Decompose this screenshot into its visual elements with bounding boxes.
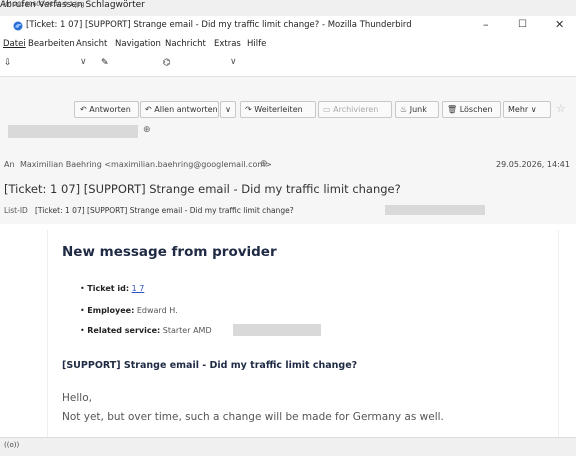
message-greeting: Hello, xyxy=(62,392,92,404)
close-button[interactable]: ✕ xyxy=(555,18,564,31)
delete-label: Löschen xyxy=(459,105,493,114)
archive-label: Archivieren xyxy=(333,105,379,114)
contact-icon[interactable]: ⊕ xyxy=(143,125,151,135)
reply-all-icon: ↶ xyxy=(145,105,152,114)
list-item: • Ticket id: 1 7 xyxy=(80,284,144,293)
forward-label: Weiterleiten xyxy=(254,105,303,114)
fetch-dropdown-chevron-icon[interactable]: ∨ xyxy=(80,57,87,67)
menu-navigation[interactable]: Navigation xyxy=(115,39,161,49)
list-id-value: [Ticket: 1 07] [SUPPORT] Strange email -… xyxy=(35,206,294,215)
junk-icon: ♨ xyxy=(400,105,408,114)
chevron-down-icon: ∨ xyxy=(225,105,231,114)
redacted-service xyxy=(233,324,321,336)
reply-icon: ↶ xyxy=(80,105,87,114)
to-value[interactable]: Maximilian Baehring <maximilian.baehring… xyxy=(20,160,272,169)
status-bar xyxy=(0,437,576,456)
minimize-button[interactable]: – xyxy=(483,18,489,31)
redacted-sender xyxy=(8,125,138,138)
reply-all-dropdown-button[interactable]: ∨ xyxy=(220,101,236,118)
bullet: • xyxy=(80,306,85,315)
field-label-employee: Employee: xyxy=(87,306,135,315)
message-body-text: Not yet, but over time, such a change wi… xyxy=(62,411,444,423)
junk-button[interactable]: ♨ Junk xyxy=(395,101,439,118)
bullet: • xyxy=(80,326,85,335)
more-button[interactable]: Mehr ∨ xyxy=(503,101,551,118)
menu-extras[interactable]: Extras xyxy=(214,39,241,49)
list-item: • Related service: Starter AMD xyxy=(80,326,212,335)
menu-hilfe[interactable]: Hilfe xyxy=(247,39,266,49)
list-id-label: List-ID xyxy=(4,206,28,215)
reply-all-label: Allen antworten xyxy=(154,105,218,114)
to-label: An xyxy=(4,160,15,169)
file-label: [0] 20260602-0100-0-1.jpg xyxy=(3,1,85,8)
forward-icon: ↷ xyxy=(245,105,252,114)
message-date: 29.05.2026, 14:41 xyxy=(496,160,570,169)
menu-nachricht[interactable]: Nachricht xyxy=(165,39,206,49)
field-value-service: Starter AMD xyxy=(162,326,212,335)
star-icon[interactable]: ☆ xyxy=(556,102,566,115)
menu-bearbeiten[interactable]: Bearbeiten xyxy=(28,39,75,49)
bullet: • xyxy=(80,284,85,293)
menu-ansicht[interactable]: Ansicht xyxy=(76,39,107,49)
message-header-pane xyxy=(0,77,576,224)
junk-label: Junk xyxy=(409,105,427,114)
delete-button[interactable]: 🗑 Löschen xyxy=(442,101,501,118)
tags-button[interactable]: Schlagwörter xyxy=(85,0,144,10)
more-label: Mehr xyxy=(508,105,529,114)
redacted-list-id xyxy=(385,205,485,215)
reply-label: Antworten xyxy=(89,105,131,114)
message-heading: New message from provider xyxy=(62,244,277,260)
chevron-down-icon: ∨ xyxy=(530,105,537,114)
tag-icon: ⌬ xyxy=(163,58,171,68)
field-value-employee: Edward H. xyxy=(136,306,178,315)
reply-all-button[interactable]: ↶ Allen antworten xyxy=(140,101,219,118)
field-label-ticket: Ticket id: xyxy=(87,284,130,293)
ticket-link[interactable]: 1 7 xyxy=(132,284,145,293)
menu-datei[interactable]: Datei xyxy=(3,39,26,49)
forward-button[interactable]: ↷ Weiterleiten xyxy=(240,101,316,118)
reply-button[interactable]: ↶ Antworten xyxy=(74,101,139,118)
archive-button[interactable]: ▭ Archivieren xyxy=(318,101,392,118)
thunderbird-logo-icon xyxy=(13,21,23,31)
archive-icon: ▭ xyxy=(323,105,331,114)
fetch-icon: ⇩ xyxy=(4,58,12,68)
contact-icon[interactable]: ⊕ xyxy=(260,159,268,169)
message-body-subject: [SUPPORT] Strange email - Did my traffic… xyxy=(62,360,358,371)
wifi-icon: ((o)) xyxy=(4,441,20,449)
list-item: • Employee: Edward H. xyxy=(80,306,178,315)
tags-dropdown-chevron-icon[interactable]: ∨ xyxy=(230,57,237,67)
field-label-service: Related service: xyxy=(87,326,161,335)
window-title: [Ticket: 1 07] [SUPPORT] Strange email -… xyxy=(26,20,412,30)
trash-icon: 🗑 xyxy=(447,105,458,114)
pencil-icon: ✎ xyxy=(101,58,109,68)
maximize-button[interactable]: ☐ xyxy=(518,19,527,30)
message-subject: [Ticket: 1 07] [SUPPORT] Strange email -… xyxy=(4,182,401,196)
